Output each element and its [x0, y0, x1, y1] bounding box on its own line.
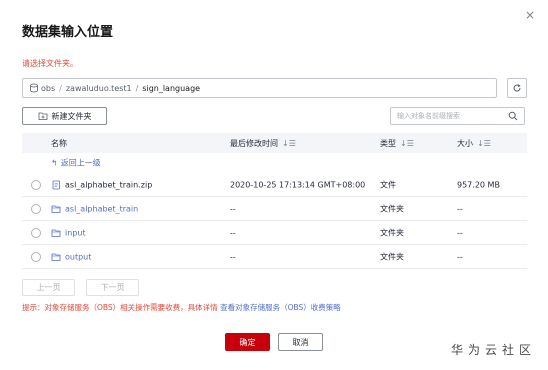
back-row: ↰ 返回上一级	[22, 153, 527, 173]
column-type[interactable]: 类型 ↓☰	[380, 138, 414, 149]
folder-name-link[interactable]: asl_alphabet_train	[65, 204, 138, 213]
folder-name-link[interactable]: input	[65, 228, 86, 237]
watermark: 华为云社区	[451, 343, 537, 357]
select-folder-warning: 请选择文件夹。	[22, 59, 78, 68]
path-breadcrumb: obs / zawaluduo.test1 / sign_language	[22, 78, 497, 98]
search-input[interactable]	[391, 108, 506, 124]
folder-size: --	[457, 228, 463, 237]
file-size: 957.20 MB	[457, 180, 500, 189]
row-radio[interactable]	[31, 227, 41, 238]
breadcrumb-separator: /	[59, 83, 62, 93]
cancel-button[interactable]: 取消	[278, 333, 323, 351]
folder-type: 文件夹	[380, 228, 404, 237]
folder-modified: --	[230, 204, 236, 213]
back-link[interactable]: ↰ 返回上一级	[51, 158, 101, 169]
column-name: 名称	[51, 138, 67, 148]
folder-icon	[51, 228, 61, 238]
folder-modified: --	[230, 252, 236, 261]
file-modified: 2020-10-25 17:13:14 GMT+08:00	[230, 180, 366, 189]
row-radio[interactable]	[31, 179, 41, 190]
folder-size: --	[457, 252, 463, 261]
file-type: 文件	[380, 180, 396, 189]
tip-text: 提示：对象存储服务（OBS）相关操作需要收费，具体详情	[22, 303, 218, 312]
back-icon: ↰	[51, 158, 58, 168]
folder-name-link[interactable]: output	[65, 252, 91, 261]
row-radio[interactable]	[31, 203, 41, 214]
table-row[interactable]: asl_alphabet_train.zip 2020-10-25 17:13:…	[22, 173, 527, 197]
folder-type: 文件夹	[380, 204, 404, 213]
table-row[interactable]: input -- 文件夹 --	[22, 221, 527, 245]
folder-icon	[51, 204, 61, 214]
sort-icon[interactable]: ↓☰	[400, 139, 414, 148]
table-row[interactable]: output -- 文件夹 --	[22, 245, 527, 269]
close-icon: ×	[524, 8, 536, 22]
billing-tip: 提示：对象存储服务（OBS）相关操作需要收费，具体详情 查看对象存储服务（OBS…	[22, 302, 341, 313]
sort-icon[interactable]: ↓☰	[477, 139, 491, 148]
folder-modified: --	[230, 228, 236, 237]
dialog-title: 数据集输入位置	[22, 25, 114, 40]
file-icon	[51, 180, 61, 190]
next-page-button[interactable]: 下一页	[86, 279, 139, 296]
refresh-icon	[512, 83, 522, 93]
folder-size: --	[457, 204, 463, 213]
folder-type: 文件夹	[380, 252, 404, 261]
new-folder-label: 新建文件夹	[51, 111, 92, 121]
column-modified[interactable]: 最后修改时间 ↓☰	[230, 138, 296, 149]
table-header: 名称 最后修改时间 ↓☰ 类型 ↓☰ 大小 ↓☰	[22, 133, 527, 153]
table-row[interactable]: asl_alphabet_train -- 文件夹 --	[22, 197, 527, 221]
search-box	[390, 107, 525, 125]
prev-page-button[interactable]: 上一页	[22, 279, 75, 296]
new-folder-button[interactable]: 新建文件夹	[22, 107, 107, 125]
row-radio[interactable]	[31, 251, 41, 262]
breadcrumb-bucket[interactable]: zawaluduo.test1	[66, 84, 132, 93]
breadcrumb-current: sign_language	[142, 83, 201, 93]
sort-icon[interactable]: ↓☰	[282, 139, 296, 148]
folder-icon	[51, 252, 61, 262]
confirm-button[interactable]: 确定	[225, 333, 270, 351]
new-folder-icon	[38, 111, 48, 121]
column-size[interactable]: 大小 ↓☰	[457, 138, 491, 149]
breadcrumb-root[interactable]: obs	[41, 84, 55, 93]
refresh-button[interactable]	[507, 78, 527, 98]
search-icon[interactable]	[506, 109, 520, 123]
file-table: 名称 最后修改时间 ↓☰ 类型 ↓☰ 大小 ↓☰ ↰ 返回上一级 asl_alphab…	[22, 133, 527, 269]
back-label: 返回上一级	[60, 158, 101, 168]
database-icon	[29, 83, 39, 93]
close-button[interactable]: ×	[524, 9, 536, 21]
breadcrumb-separator: /	[135, 83, 139, 93]
tip-pricing-link[interactable]: 查看对象存储服务（OBS）收费策略	[220, 303, 341, 312]
file-name: asl_alphabet_train.zip	[65, 180, 153, 189]
